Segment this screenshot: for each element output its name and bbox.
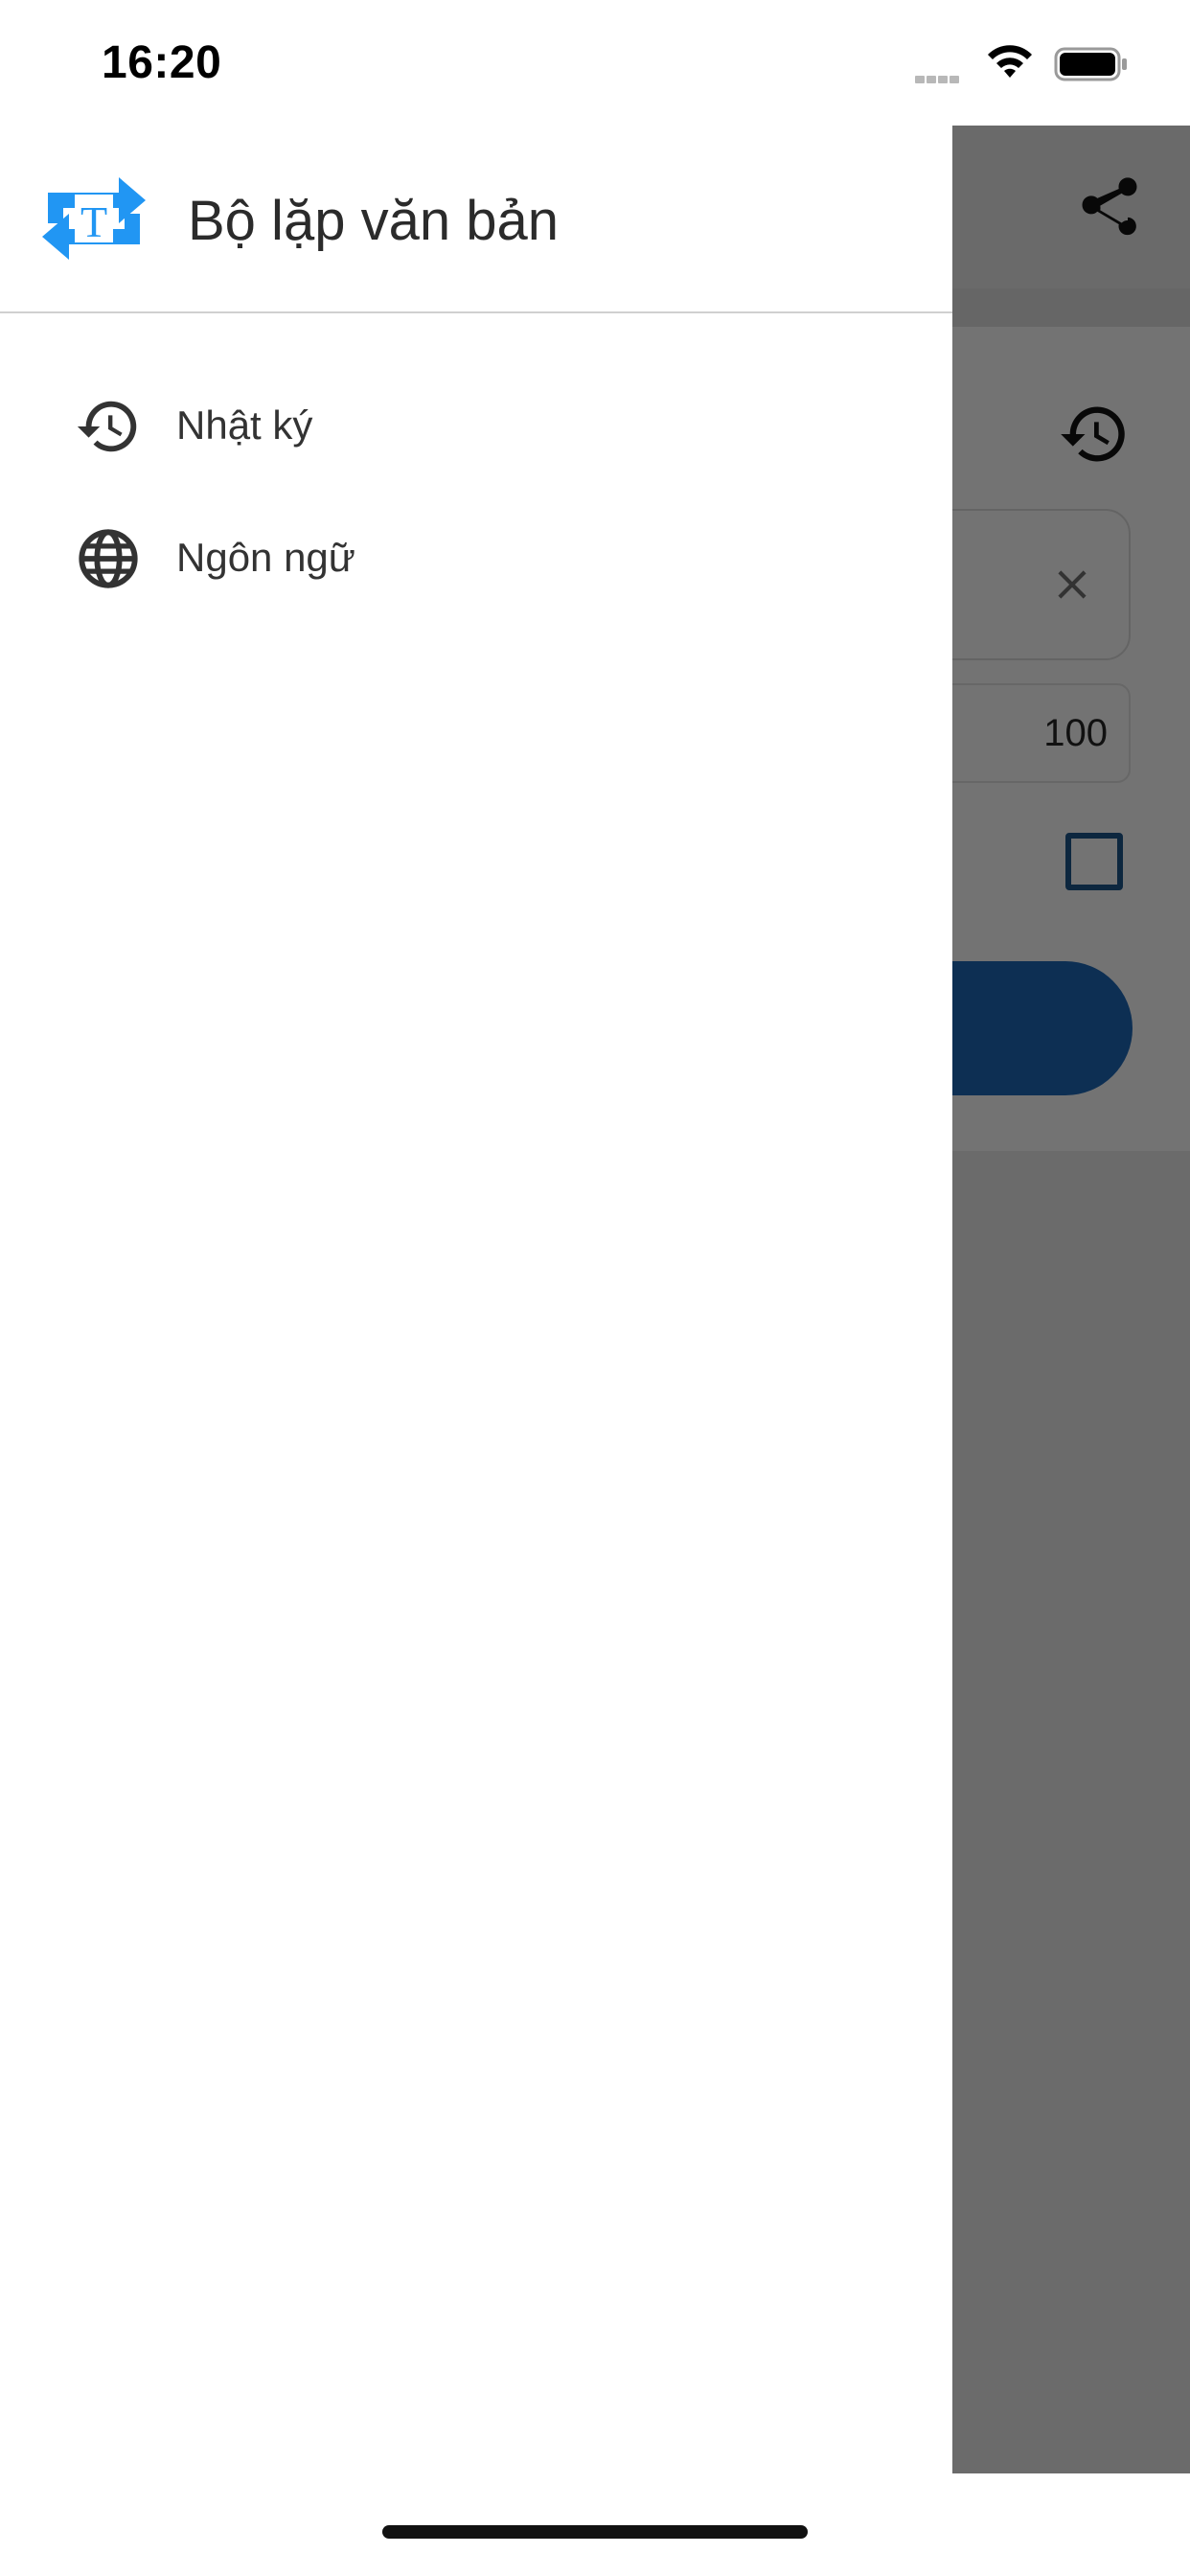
wifi-icon <box>988 45 1032 78</box>
drawer-header: T Bộ lặp văn bản <box>0 126 952 313</box>
app-title: Bộ lặp văn bản <box>188 190 559 252</box>
navigation-drawer: T Bộ lặp văn bản Nhật ký Ngôn ngữ <box>0 0 952 2576</box>
home-bar <box>0 2473 1190 2576</box>
menu-item-language-label: Ngôn ngữ <box>176 535 355 580</box>
svg-text:T: T <box>80 197 107 246</box>
repeat-text-icon: T <box>42 177 146 260</box>
history-icon <box>77 401 137 452</box>
battery-icon <box>1054 47 1127 81</box>
globe-icon <box>79 529 138 588</box>
signal-icon <box>915 71 961 88</box>
screen: 16:20 T Bộ lặp văn bản Nhật ký Ngôn ngữ <box>0 0 1190 2576</box>
status-time: 16:20 <box>102 37 222 88</box>
status-bar: 16:20 <box>0 0 1190 126</box>
home-indicator[interactable] <box>382 2525 808 2539</box>
menu-item-history-label: Nhật ký <box>176 402 313 448</box>
menu-item-history[interactable]: Nhật ký <box>0 360 952 491</box>
menu-item-language[interactable]: Ngôn ngữ <box>0 493 952 623</box>
